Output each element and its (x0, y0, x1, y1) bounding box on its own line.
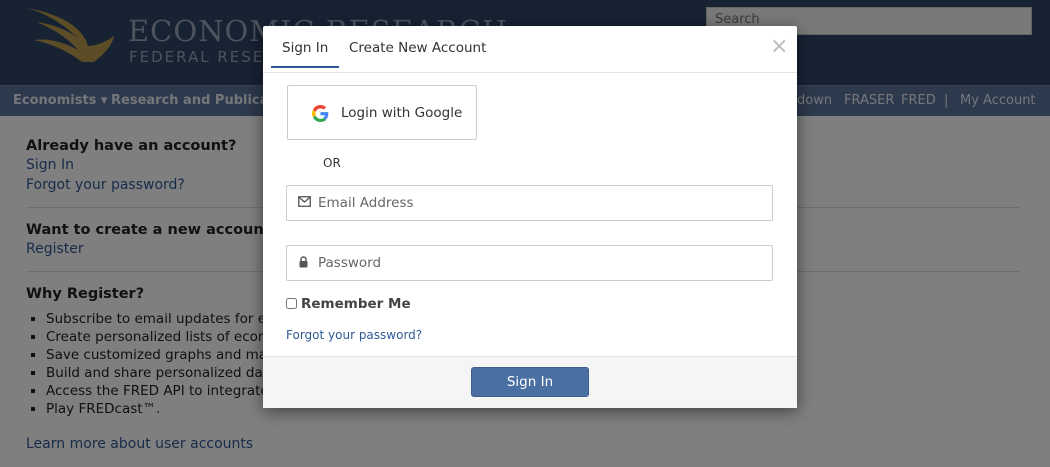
or-separator: OR (323, 156, 341, 170)
remember-me-label: Remember Me (301, 296, 411, 312)
tab-sign-in[interactable]: Sign In (271, 40, 340, 68)
modal-tabs: Sign In Create New Account × (263, 26, 797, 73)
password-input[interactable] (318, 253, 758, 273)
tab-create-account[interactable]: Create New Account (349, 40, 486, 56)
email-field[interactable] (286, 185, 773, 221)
remember-me-checkbox[interactable] (286, 298, 297, 309)
google-icon (312, 105, 329, 122)
google-login-button[interactable]: Login with Google (287, 85, 477, 140)
email-input[interactable] (318, 193, 758, 213)
modal-footer: Sign In (263, 356, 797, 408)
google-login-label: Login with Google (341, 105, 463, 121)
lock-icon (299, 256, 308, 268)
envelope-icon (298, 196, 311, 207)
sign-in-modal: Sign In Create New Account × Login with … (263, 26, 797, 408)
password-field[interactable] (286, 245, 773, 281)
close-icon[interactable]: × (770, 36, 788, 58)
sign-in-button[interactable]: Sign In (471, 367, 589, 397)
modal-forgot-password-link[interactable]: Forgot your password? (286, 328, 422, 342)
remember-me[interactable]: Remember Me (286, 296, 411, 312)
